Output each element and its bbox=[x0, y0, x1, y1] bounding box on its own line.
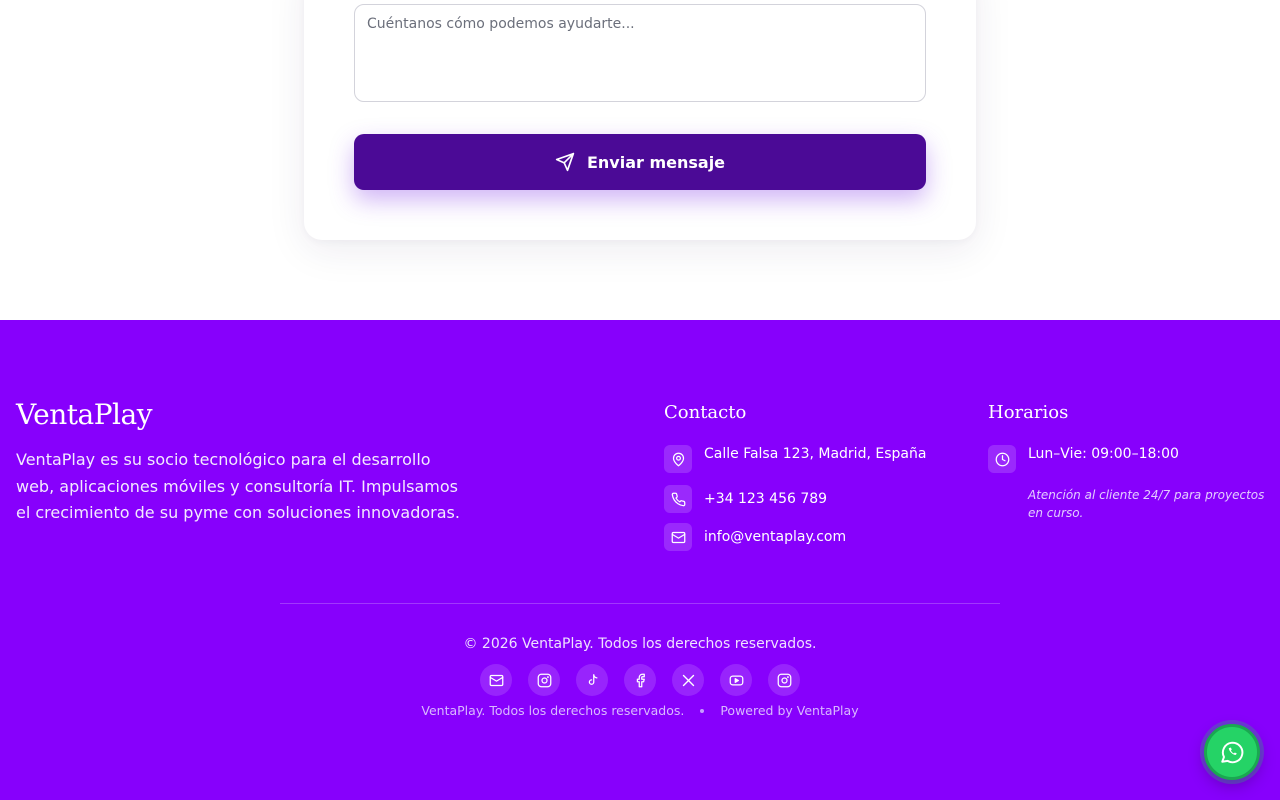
youtube-icon[interactable] bbox=[720, 664, 752, 696]
schedule-text: Lun–Vie: 09:00–18:00 bbox=[1028, 446, 1179, 462]
contact-address: Calle Falsa 123, Madrid, España bbox=[664, 445, 926, 473]
email-text[interactable]: info@ventaplay.com bbox=[704, 529, 846, 545]
contact-form-section: Enviar mensaje bbox=[0, 0, 1280, 320]
footer-hours: Horarios Lun–Vie: 09:00–18:00 Atención a… bbox=[988, 402, 1268, 520]
footer-divider bbox=[280, 603, 1000, 604]
phone-text[interactable]: +34 123 456 789 bbox=[704, 491, 827, 507]
whatsapp-icon bbox=[1221, 741, 1244, 764]
send-icon bbox=[555, 152, 575, 172]
separator-dot bbox=[700, 708, 705, 713]
contact-email[interactable]: info@ventaplay.com bbox=[664, 523, 846, 551]
social-links bbox=[480, 664, 800, 696]
hours-title: Horarios bbox=[988, 402, 1069, 423]
footer-logo[interactable]: VentaPlay bbox=[16, 398, 466, 431]
footer-description: VentaPlay es su socio tecnológico para e… bbox=[16, 450, 460, 522]
footer-brand: VentaPlay VentaPlay es su socio tecnológ… bbox=[16, 398, 466, 527]
x-icon[interactable] bbox=[672, 664, 704, 696]
contact-phone[interactable]: +34 123 456 789 bbox=[664, 485, 827, 513]
footer-bottom-line: VentaPlay. Todos los derechos reservados… bbox=[0, 703, 1280, 718]
mail-icon[interactable] bbox=[480, 664, 512, 696]
rights-text: VentaPlay. Todos los derechos reservados… bbox=[421, 703, 685, 718]
facebook-icon[interactable] bbox=[624, 664, 656, 696]
instagram-icon[interactable] bbox=[528, 664, 560, 696]
tiktok-icon[interactable] bbox=[576, 664, 608, 696]
mail-icon bbox=[664, 523, 692, 551]
instagram-icon[interactable] bbox=[768, 664, 800, 696]
whatsapp-button[interactable] bbox=[1204, 724, 1260, 780]
site-footer: VentaPlay VentaPlay es su socio tecnológ… bbox=[0, 320, 1280, 800]
send-message-label: Enviar mensaje bbox=[586, 152, 726, 172]
address-text: Calle Falsa 123, Madrid, España bbox=[704, 446, 927, 462]
contact-title: Contacto bbox=[664, 402, 747, 423]
phone-icon bbox=[664, 485, 692, 513]
clock-icon bbox=[988, 445, 1016, 473]
hours-schedule: Lun–Vie: 09:00–18:00 bbox=[988, 445, 1179, 473]
copyright-text: © 2026 VentaPlay. Todos los derechos res… bbox=[463, 636, 817, 652]
send-message-button[interactable]: Enviar mensaje bbox=[354, 134, 926, 190]
powered-by-text[interactable]: Powered by VentaPlay bbox=[720, 703, 858, 718]
footer-contact: Contacto Calle Falsa 123, Madrid, España… bbox=[664, 402, 964, 551]
message-textarea[interactable] bbox=[354, 4, 926, 102]
hours-note: Atención al cliente 24/7 para proyectos … bbox=[1028, 488, 1265, 520]
map-pin-icon bbox=[664, 445, 692, 473]
